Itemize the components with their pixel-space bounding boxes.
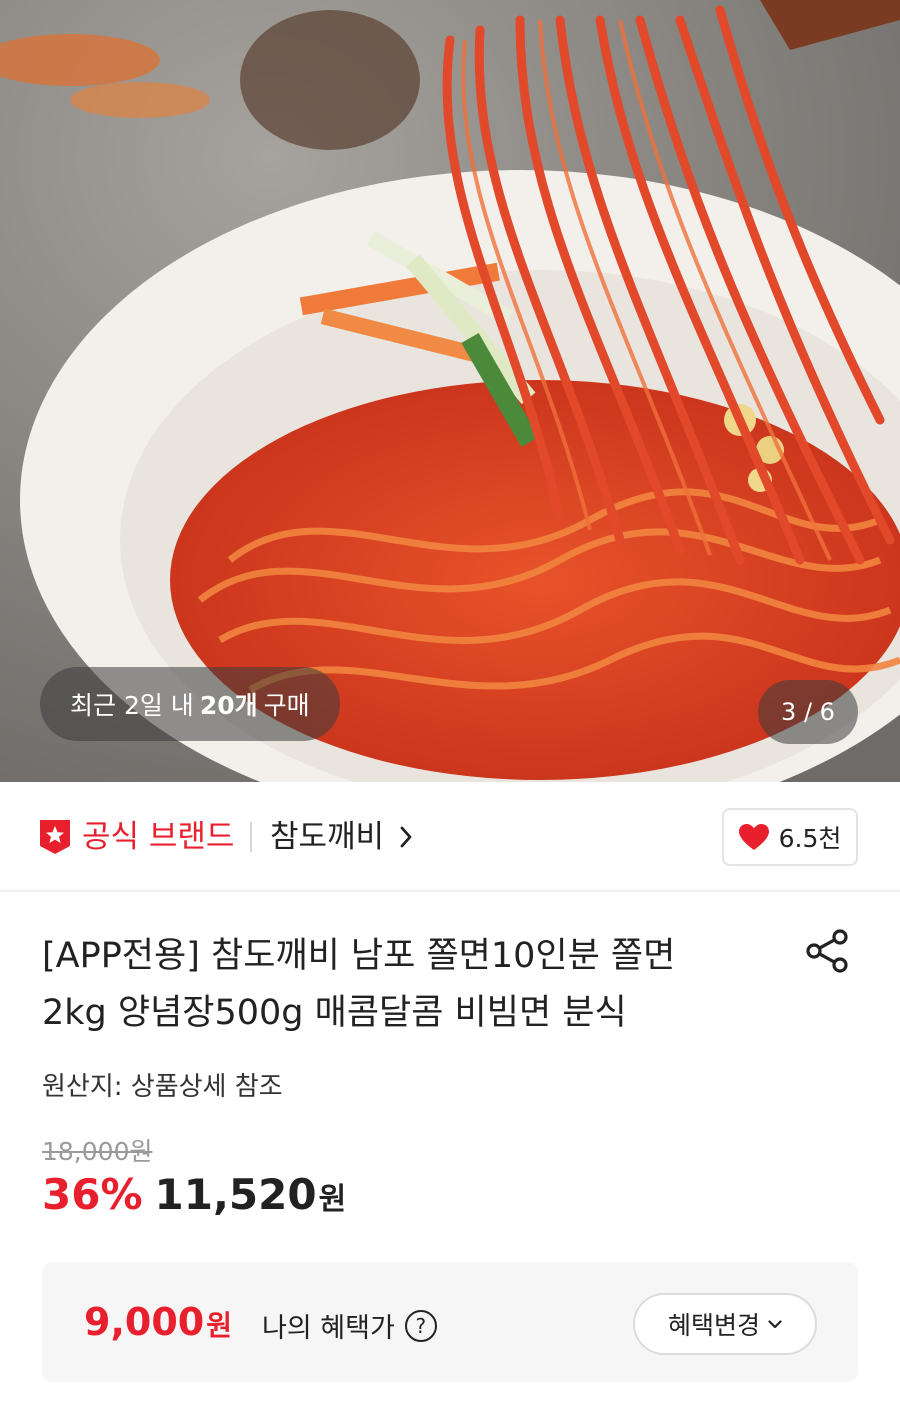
sale-price: 11,520 [154,1170,317,1219]
brand-row: 공식 브랜드 참도깨비 6.5천 [0,782,900,892]
recent-prefix: 최근 2일 내 [70,691,194,720]
original-price: 18,000원 [42,1137,153,1166]
product-title-line: 2kg 양념장500g 매콤달콤 비빔면 분식 [42,993,627,1033]
benefit-price-value: 9,000 [84,1300,205,1344]
product-photo [0,0,900,782]
recent-suffix: 구매 [263,691,310,720]
benefit-price-box: 9,000 원 나의 혜택가 ? 혜택변경 [42,1262,858,1382]
product-title-line: [APP전용] 참도깨비 남포 쫄면10인분 쫄면 [42,936,676,976]
image-page-indicator: 3 / 6 [758,680,858,744]
benefit-price-unit: 원 [206,1309,232,1342]
benefit-label-text: 나의 혜택가 [262,1313,395,1344]
official-brand-badge-icon [40,820,70,854]
recent-purchase-badge: 최근 2일 내 20개 구매 [40,667,340,741]
share-icon[interactable] [804,928,850,974]
benefit-label: 나의 혜택가 ? [262,1306,437,1345]
heart-icon [738,823,769,850]
change-benefit-button[interactable]: 혜택변경 [633,1293,817,1355]
like-button[interactable]: 6.5천 [722,808,858,866]
price-row: 36% 11,520 원 [42,1170,346,1219]
origin-info: 원산지: 상품상세 참조 [42,1072,283,1102]
product-title: [APP전용] 참도깨비 남포 쫄면10인분 쫄면 2kg 양념장500g 매콤… [42,928,772,1042]
brand-name-link[interactable]: 참도깨비 [270,818,384,856]
recent-count: 20개 [199,691,258,720]
chevron-right-icon[interactable] [400,826,412,848]
divider [250,822,252,852]
discount-rate: 36% [42,1170,143,1219]
benefit-price: 9,000 원 [84,1300,232,1344]
sale-price-unit: 원 [318,1182,347,1217]
help-icon[interactable]: ? [404,1309,437,1342]
chevron-down-icon [768,1319,782,1328]
product-image-carousel[interactable]: 최근 2일 내 20개 구매 3 / 6 [0,0,900,782]
change-benefit-label: 혜택변경 [667,1311,760,1340]
like-count: 6.5천 [778,824,842,853]
official-brand-label: 공식 브랜드 [82,819,235,855]
